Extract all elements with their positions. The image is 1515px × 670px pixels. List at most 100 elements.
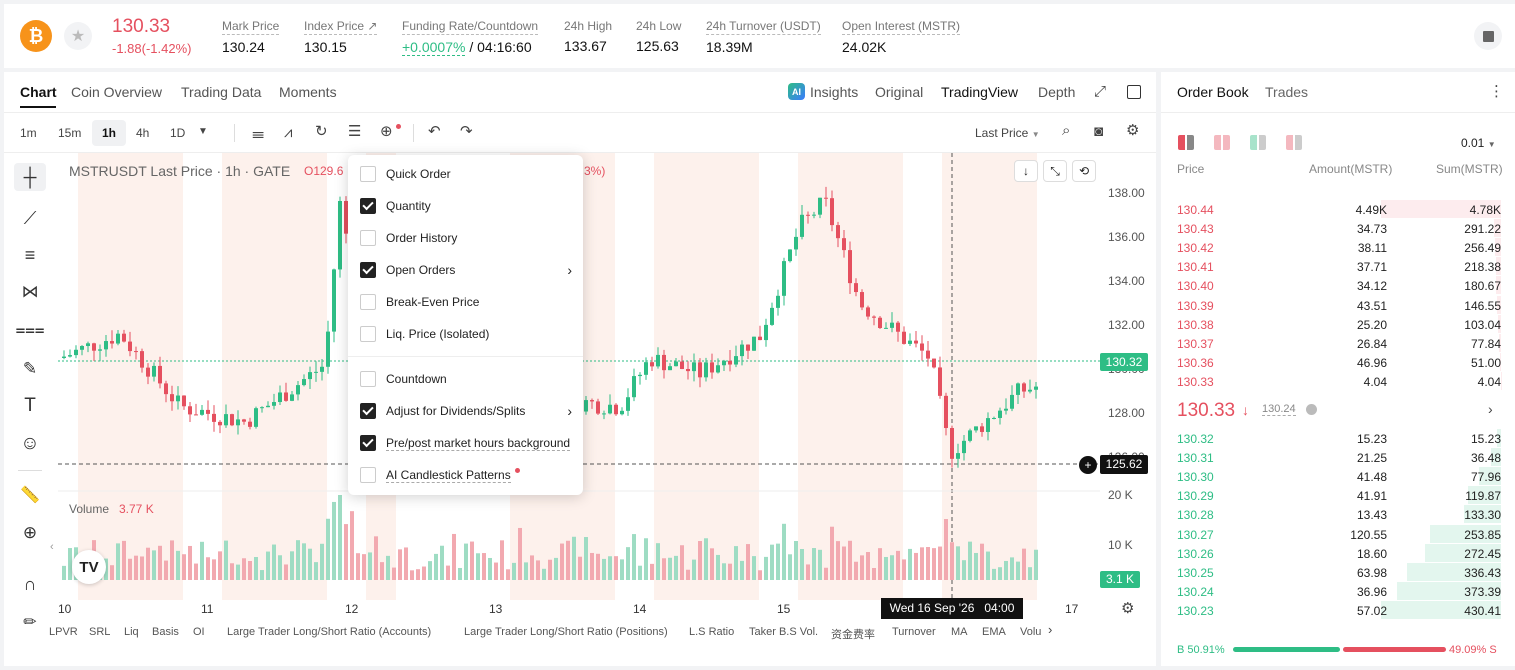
tf-1h[interactable]: 1h <box>102 126 116 140</box>
tab-depth[interactable]: Depth <box>1038 84 1075 100</box>
indicator-basis[interactable]: Basis <box>152 626 179 638</box>
bid-row[interactable]: 130.24 36.96 373.39 <box>1165 581 1515 601</box>
replay-icon[interactable]: ↻ <box>315 124 328 139</box>
tf-4h[interactable]: 4h <box>136 126 149 140</box>
tab-tradingview[interactable]: TradingView <box>941 84 1018 100</box>
auto-scale-icon[interactable]: ⚙ <box>1121 601 1134 616</box>
menu-item-prepost-background[interactable]: Pre/post market hours background <box>360 435 571 451</box>
indicator-turnover[interactable]: Turnover <box>892 626 936 638</box>
menu-item-open-orders[interactable]: Open Orders › <box>360 262 572 278</box>
tf-15m[interactable]: 15m <box>58 126 81 140</box>
redo-icon[interactable]: ↷ <box>460 124 473 139</box>
more-options-icon[interactable]: ⋮ <box>1489 84 1504 99</box>
fib-tool-icon[interactable]: ⩶ <box>14 316 46 344</box>
bid-row[interactable]: 130.23 57.02 430.41 <box>1165 600 1515 620</box>
indicator-lt-ratio-accounts[interactable]: Large Trader Long/Short Ratio (Accounts) <box>227 626 431 638</box>
indicator-srl[interactable]: SRL <box>89 626 110 638</box>
bid-row[interactable]: 130.32 15.23 15.23 <box>1165 429 1515 448</box>
trendline-tool-icon[interactable]: ⟋ <box>14 204 46 232</box>
layout-bids-icon[interactable] <box>1214 135 1230 150</box>
menu-item-order-history[interactable]: Order History <box>360 230 457 246</box>
ask-row[interactable]: 130.43 34.73 291.22 <box>1165 219 1515 238</box>
chevron-right-icon[interactable]: › <box>1048 623 1052 636</box>
window-icon[interactable] <box>1127 85 1141 99</box>
scroll-down-button[interactable]: ↓ <box>1014 160 1038 182</box>
brush-tool-icon[interactable]: ✎ <box>14 355 46 383</box>
undo-icon[interactable]: ↶ <box>428 124 441 139</box>
bid-row[interactable]: 130.29 41.91 119.87 <box>1165 486 1515 505</box>
tab-trades[interactable]: Trades <box>1265 84 1308 100</box>
ask-row[interactable]: 130.40 34.12 180.67 <box>1165 276 1515 295</box>
indicator-volume[interactable]: Volu <box>1020 626 1041 638</box>
search-icon[interactable]: ⌕ <box>1062 123 1070 138</box>
ask-row[interactable]: 130.33 4.04 4.04 <box>1165 371 1515 391</box>
ask-row[interactable]: 130.41 37.71 218.38 <box>1165 257 1515 276</box>
bid-row[interactable]: 130.26 18.60 272.45 <box>1165 543 1515 563</box>
indicator-liq[interactable]: Liq <box>124 626 139 638</box>
indicator-funding-rate[interactable]: 资金费率 <box>831 626 875 642</box>
menu-item-countdown[interactable]: Countdown <box>360 371 447 387</box>
ask-row[interactable]: 130.37 26.84 77.84 <box>1165 333 1515 353</box>
collapse-toolbar-icon[interactable]: ‹ <box>50 542 54 553</box>
ask-row[interactable]: 130.42 38.11 256.49 <box>1165 238 1515 257</box>
ask-row[interactable]: 130.36 46.96 51.00 <box>1165 352 1515 372</box>
chevron-down-icon[interactable]: ▼ <box>198 127 208 137</box>
menu-item-quantity[interactable]: Quantity <box>360 198 431 214</box>
templates-icon[interactable]: ☰ <box>348 124 361 139</box>
text-tool-icon[interactable]: T <box>14 392 46 420</box>
tab-chart[interactable]: Chart <box>20 84 57 100</box>
menu-item-adjust-dividends[interactable]: Adjust for Dividends/Splits › <box>360 403 572 419</box>
horizontal-lines-icon[interactable]: ≡ <box>14 241 46 269</box>
pattern-tool-icon[interactable]: ⋈ <box>14 278 46 306</box>
ask-row[interactable]: 130.44 4.49K 4.78K <box>1165 200 1515 219</box>
menu-item-break-even[interactable]: Break-Even Price <box>360 294 479 310</box>
bid-row[interactable]: 130.28 13.43 133.30 <box>1165 505 1515 524</box>
tf-1m[interactable]: 1m <box>20 126 37 140</box>
stat-index-price[interactable]: Index Price ↗ 130.15 <box>304 19 378 55</box>
menu-item-quick-order[interactable]: Quick Order <box>360 166 451 182</box>
settings-plus-icon[interactable]: ⊕ <box>380 124 393 139</box>
collapse-legend-button[interactable]: ⤡ <box>1043 160 1067 182</box>
add-alert-icon[interactable]: + <box>1079 456 1097 474</box>
price-source-select[interactable]: Last Price ▼ <box>975 126 1040 140</box>
notebook-icon[interactable] <box>1474 22 1502 50</box>
indicators-icon[interactable]: ⩘ <box>284 125 292 140</box>
layout-both-icon[interactable] <box>1178 135 1194 150</box>
indicator-ls-ratio[interactable]: L.S Ratio <box>689 626 734 638</box>
tab-coin-overview[interactable]: Coin Overview <box>71 84 162 100</box>
tf-1d[interactable]: 1D <box>170 126 185 140</box>
bid-row[interactable]: 130.25 63.98 336.43 <box>1165 562 1515 582</box>
menu-item-liq-price[interactable]: Liq. Price (Isolated) <box>360 326 489 342</box>
tab-trading-data[interactable]: Trading Data <box>181 84 261 100</box>
indicator-oi[interactable]: OI <box>193 626 205 638</box>
chevron-right-icon[interactable]: › <box>1488 402 1493 416</box>
expand-icon[interactable]: ⤢ <box>1094 84 1106 99</box>
bid-row[interactable]: 130.31 21.25 36.48 <box>1165 448 1515 467</box>
ruler-tool-icon[interactable]: 📏 <box>14 481 46 509</box>
crosshair-tool-icon[interactable]: ┼ <box>14 163 46 191</box>
bid-row[interactable]: 130.30 41.48 77.96 <box>1165 467 1515 486</box>
camera-icon[interactable]: ◙ <box>1094 124 1103 139</box>
zoom-in-icon[interactable]: ⊕ <box>14 519 46 547</box>
tab-order-book[interactable]: Order Book <box>1177 84 1249 100</box>
gear-icon[interactable]: ⚙ <box>1126 123 1139 138</box>
pencil-tool-icon[interactable]: ✏ <box>14 608 46 636</box>
precision-select[interactable]: 0.01 ▼ <box>1461 136 1496 150</box>
menu-item-ai-patterns[interactable]: AI Candlestick Patterns <box>360 467 520 483</box>
reset-chart-button[interactable]: ⟲ <box>1072 160 1096 182</box>
indicator-ma[interactable]: MA <box>951 626 968 638</box>
indicator-lpvr[interactable]: LPVR <box>49 626 78 638</box>
layout-asks-icon[interactable] <box>1250 135 1266 150</box>
tab-moments[interactable]: Moments <box>279 84 337 100</box>
tab-insights[interactable]: Insights <box>810 84 858 100</box>
bid-row[interactable]: 130.27 120.55 253.85 <box>1165 524 1515 544</box>
indicator-lt-ratio-positions[interactable]: Large Trader Long/Short Ratio (Positions… <box>464 626 668 638</box>
layout-red-icon[interactable] <box>1286 135 1302 150</box>
ask-row[interactable]: 130.38 25.20 103.04 <box>1165 314 1515 334</box>
emoji-tool-icon[interactable]: ☺ <box>14 430 46 458</box>
favorite-star-icon[interactable]: ★ <box>64 22 92 50</box>
ask-row[interactable]: 130.39 43.51 146.55 <box>1165 295 1515 315</box>
magnet-tool-icon[interactable]: ∩ <box>14 570 46 598</box>
indicator-ema[interactable]: EMA <box>982 626 1006 638</box>
candle-type-icon[interactable]: 𝍢 <box>252 126 264 141</box>
